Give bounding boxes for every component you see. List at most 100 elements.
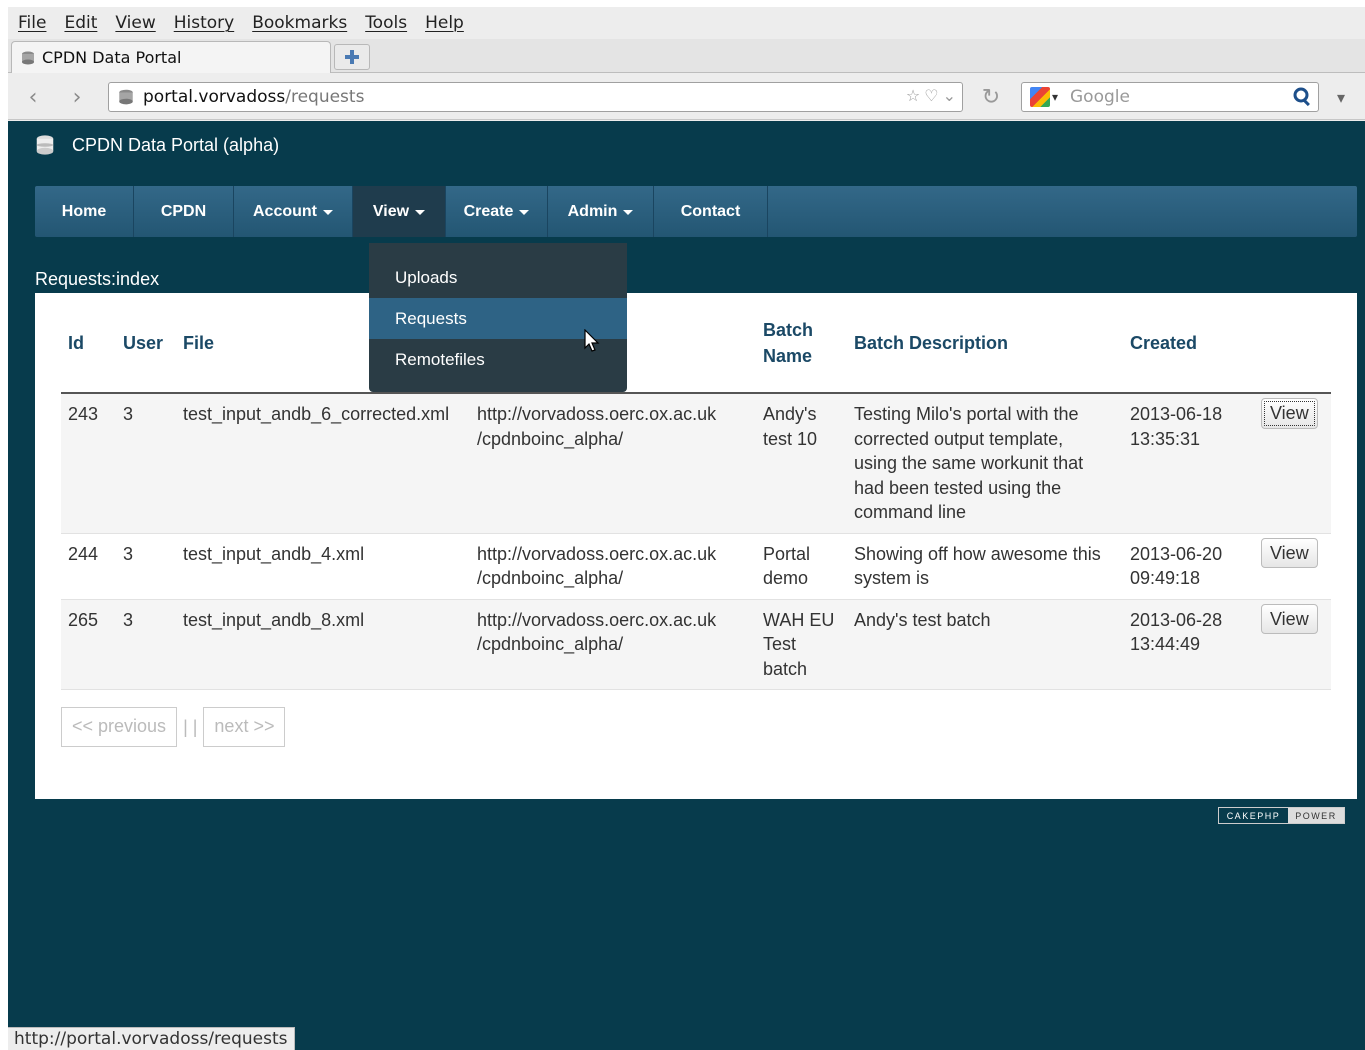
menu-file[interactable]: File: [14, 13, 50, 33]
cell-batch-name: WAH EU Test batch: [756, 599, 847, 690]
table-header-row: Id User File Batch Name Batch Description…: [61, 293, 1331, 394]
col-batch-description[interactable]: Batch Description: [847, 293, 1123, 394]
pocket-icon[interactable]: ♡: [924, 86, 938, 105]
cell-batch-description: Testing Milo's portal with the corrected …: [847, 393, 1123, 534]
nav-admin[interactable]: Admin: [548, 186, 654, 237]
url-dropdown-icon[interactable]: ⌄: [943, 86, 956, 105]
forward-icon[interactable]: ›: [60, 84, 94, 110]
created-time: 13:44:49: [1130, 634, 1201, 654]
caret-icon: [323, 210, 333, 215]
cell-user: 3: [116, 533, 176, 600]
url-line1: http://vorvadoss.oerc.ox.ac.uk: [477, 609, 717, 630]
cell-file: test_input_andb_4.xml: [176, 533, 470, 600]
batch-name-header-line1: Batch: [763, 319, 814, 340]
back-icon[interactable]: ‹: [16, 84, 50, 110]
site-title: CPDN Data Portal (alpha): [72, 134, 280, 155]
url-bar-actions: ☆ ♡ ⌄: [906, 86, 956, 105]
created-time: 13:35:31: [1130, 428, 1201, 449]
nav-view[interactable]: View: [353, 186, 446, 237]
new-tab-button[interactable]: [334, 44, 370, 70]
favicon-icon: [22, 51, 34, 64]
cell-user: 3: [116, 599, 176, 690]
site-identity-icon: [119, 89, 133, 105]
menu-history[interactable]: History: [170, 13, 238, 33]
dropdown-item-uploads[interactable]: Uploads: [369, 257, 627, 298]
table-row: 243 3 test_input_andb_6_corrected.xml ht…: [61, 393, 1331, 534]
nav-create[interactable]: Create: [446, 186, 548, 237]
nav-account[interactable]: Account: [234, 186, 353, 237]
pager-separator: | |: [183, 716, 198, 737]
view-button[interactable]: View: [1261, 537, 1318, 568]
cell-id: 265: [61, 599, 116, 690]
plus-icon: [345, 50, 359, 64]
mouse-cursor-icon: [584, 329, 600, 352]
nav-create-label: Create: [463, 202, 514, 220]
menu-help[interactable]: Help: [421, 13, 468, 33]
search-icon[interactable]: [1292, 86, 1314, 108]
col-batch-name[interactable]: Batch Name: [756, 293, 847, 394]
pagination: << previous | | next >>: [61, 707, 286, 747]
desc-line: had been tested using the: [854, 477, 1062, 498]
bookmark-star-icon[interactable]: ☆: [906, 86, 920, 105]
col-user[interactable]: User: [116, 293, 176, 394]
caret-icon: [623, 210, 634, 215]
requests-table: Id User File Batch Name Batch Description…: [61, 293, 1331, 690]
batch-name-line: Andy's: [763, 404, 817, 424]
nav-cpdn[interactable]: CPDN: [134, 186, 234, 237]
url-line2: /cpdnboinc_alpha/: [477, 634, 624, 654]
requests-panel: Id User File Batch Name Batch Description…: [35, 293, 1357, 799]
desc-line: Showing off how awesome this: [854, 543, 1101, 564]
desc-line: corrected output template,: [854, 428, 1064, 449]
cakephp-power-badge[interactable]: CAKEPHP POWER: [1218, 807, 1345, 824]
status-bar: http://portal.vorvadoss/requests: [8, 1027, 295, 1050]
chevron-down-icon: ▾: [1051, 90, 1059, 104]
cell-batch-description: Showing off how awesome this system is: [847, 533, 1123, 600]
browser-window: File Edit View History Bookmarks Tools H…: [8, 7, 1365, 1050]
url-text: portal.vorvadoss/requests: [143, 87, 364, 107]
cell-id: 243: [61, 393, 116, 534]
menu-tools[interactable]: Tools: [361, 13, 411, 33]
badge-right: POWER: [1287, 808, 1344, 823]
caret-icon: [415, 210, 426, 215]
url-line2: /cpdnboinc_alpha/: [477, 568, 624, 588]
cell-created: 2013-06-20 09:49:18: [1123, 533, 1254, 600]
cell-file: test_input_andb_6_corrected.xml: [176, 393, 470, 534]
caret-icon: [519, 210, 530, 215]
page-title: Requests:index: [35, 269, 160, 289]
menu-view[interactable]: View: [111, 13, 159, 33]
cell-file: test_input_andb_8.xml: [176, 599, 470, 690]
cell-id: 244: [61, 533, 116, 600]
cell-url: http://vorvadoss.oerc.ox.ac.uk/cpdnboinc…: [470, 393, 756, 534]
database-icon: [36, 135, 54, 155]
menu-bookmarks[interactable]: Bookmarks: [248, 13, 351, 33]
reload-icon[interactable]: ↻: [976, 84, 1006, 110]
nav-contact[interactable]: Contact: [654, 186, 768, 237]
next-link: next >>: [203, 707, 286, 747]
menubar: File Edit View History Bookmarks Tools H…: [8, 7, 1365, 39]
site-brand[interactable]: CPDN Data Portal (alpha): [34, 134, 279, 156]
cell-url: http://vorvadoss.oerc.ox.ac.uk/cpdnboinc…: [470, 533, 756, 600]
menu-edit[interactable]: Edit: [60, 13, 101, 33]
view-button[interactable]: View: [1261, 603, 1318, 634]
url-line1: http://vorvadoss.oerc.ox.ac.uk: [477, 404, 717, 424]
desc-line: Testing Milo's portal with the: [854, 404, 1079, 424]
cell-actions: View: [1254, 599, 1331, 690]
search-engine-selector[interactable]: ▾: [1022, 83, 1066, 111]
col-created[interactable]: Created: [1123, 293, 1254, 394]
cell-actions: View: [1254, 533, 1331, 600]
view-dropdown-menu: Uploads Requests Remotefiles: [369, 243, 627, 392]
view-button[interactable]: View: [1261, 398, 1318, 429]
batch-name-line: demo: [763, 568, 809, 588]
search-placeholder: Google: [1070, 87, 1130, 107]
google-icon: [1029, 87, 1050, 107]
navigation-toolbar: ‹ › portal.vorvadoss/requests ☆ ♡ ⌄ ↻ ▾ …: [8, 74, 1365, 120]
nav-home[interactable]: Home: [35, 186, 134, 237]
created-date: 2013-06-18: [1130, 404, 1223, 424]
toolbar-menu-icon[interactable]: ▾: [1328, 86, 1354, 108]
url-path: /requests: [285, 87, 365, 107]
tab-cpdn[interactable]: CPDN Data Portal: [11, 41, 331, 73]
main-nav: Home CPDN Account View Create Admin Cont…: [35, 186, 1357, 237]
search-bar[interactable]: ▾ Google: [1021, 82, 1319, 112]
url-bar[interactable]: portal.vorvadoss/requests ☆ ♡ ⌄: [108, 82, 963, 112]
col-id[interactable]: Id: [61, 293, 116, 394]
